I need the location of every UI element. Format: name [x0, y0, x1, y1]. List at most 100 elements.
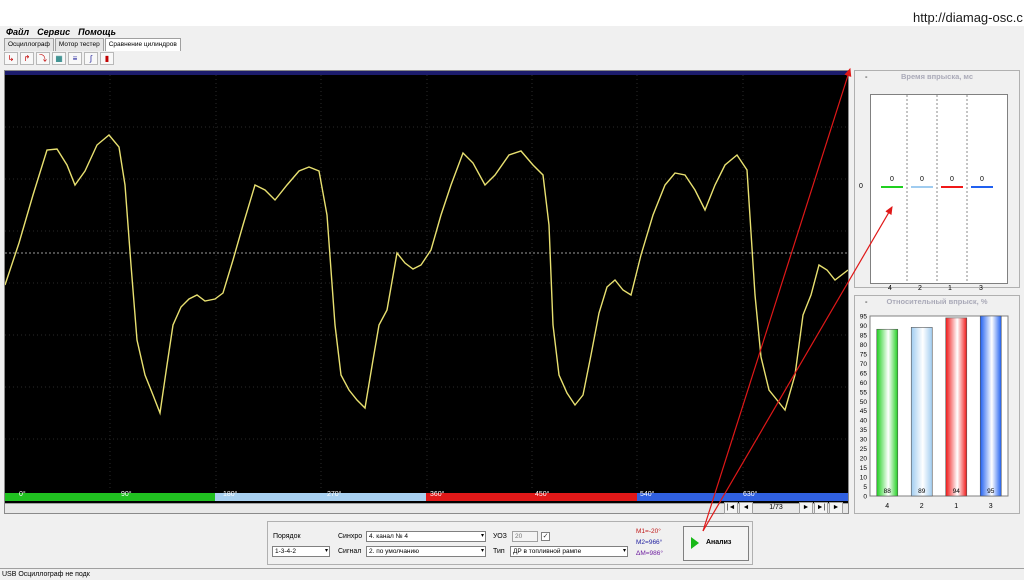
injection-value-label: 0: [890, 176, 894, 183]
page-navigation: |◄ ◄ 1/73 ► ►| ►: [724, 502, 843, 514]
order-select[interactable]: 1-3-4-2 ▾: [272, 546, 330, 557]
y-tick-label: 70: [860, 361, 868, 368]
injection-value-label: 0: [980, 176, 984, 183]
last-page-button[interactable]: ►|: [814, 502, 828, 514]
injection-time-title: Время впрыска, мс: [900, 72, 974, 81]
play-button[interactable]: ►: [829, 502, 843, 514]
marker-m2: M2=966°: [636, 539, 663, 546]
cursor-add-icon[interactable]: ↳: [4, 52, 18, 65]
collapse-icon[interactable]: -: [865, 71, 868, 82]
bar-value-label: 94: [953, 488, 961, 495]
y-tick-label: 20: [860, 456, 868, 463]
degree-axis: 0° 90° 180° 270° 360° 450° 540° 630°: [5, 491, 848, 501]
tab-strip: Осциллограф Мотор тестер Сравнение цилин…: [4, 38, 182, 51]
status-bar: USB Осциллограф не подк: [0, 568, 1024, 580]
chevron-down-icon: ▾: [324, 548, 328, 554]
relative-injection-bar: [945, 317, 968, 497]
degree-label: 180°: [223, 491, 238, 498]
y-tick-label: 65: [860, 370, 868, 377]
chevron-down-icon: ▾: [480, 533, 484, 539]
cylinder-label: 1: [948, 285, 952, 292]
list-icon[interactable]: ≡: [68, 52, 82, 65]
horizontal-scrollbar[interactable]: [5, 503, 848, 513]
y-tick-label: 45: [860, 408, 868, 415]
uoz-spinner[interactable]: 20: [512, 531, 538, 542]
cylinder-label: 3: [989, 503, 993, 510]
tab-motor-tester[interactable]: Мотор тестер: [54, 38, 104, 51]
y-tick-label: 55: [860, 389, 868, 396]
y-tick-label: 85: [860, 332, 868, 339]
relative-injection-bar: [979, 315, 1002, 497]
injection-value-label: 0: [950, 176, 954, 183]
y-tick-label: 35: [860, 427, 868, 434]
uoz-value: 20: [515, 533, 523, 540]
y-tick-label: 5: [863, 484, 867, 491]
uoz-checkbox[interactable]: ✓: [541, 532, 550, 541]
watermark-url: http://diamag-osc.c: [913, 10, 1023, 25]
relative-injection-header: - Относительный впрыск, %: [855, 296, 1019, 307]
sync-value: 4. канал № 4: [369, 533, 409, 540]
menu-bar: Файл Сервис Помощь: [0, 26, 1014, 38]
first-page-button[interactable]: |◄: [724, 502, 738, 514]
cursor-remove-icon[interactable]: ⤵: [36, 52, 50, 65]
play-icon: [691, 537, 699, 549]
y-tick-label: 90: [860, 323, 868, 330]
y-tick-label: 25: [860, 446, 868, 453]
bar-value-label: 95: [987, 488, 995, 495]
type-value: ДР в топливной рампе: [513, 548, 582, 555]
bar-value-label: 88: [884, 488, 892, 495]
signal-select[interactable]: 2. по умолчанию ▾: [366, 546, 486, 557]
injection-time-chart: 0 0 0 0: [870, 94, 1008, 284]
type-label: Тип: [493, 548, 505, 555]
oscilloscope-view[interactable]: 0° 90° 180° 270° 360° 450° 540° 630°: [4, 70, 849, 514]
y-tick-label: 0: [863, 494, 867, 501]
relative-injection-chart: 9590858075706560555045403530252015105088…: [860, 314, 1009, 510]
analyze-button[interactable]: Анализ: [683, 526, 749, 561]
degree-label: 540°: [640, 491, 655, 498]
y-tick-label: 75: [860, 351, 868, 358]
cylinder-label: 1: [954, 503, 958, 510]
degree-label: 450°: [535, 491, 550, 498]
cursor-step-icon[interactable]: ↱: [20, 52, 34, 65]
sync-select[interactable]: 4. канал № 4 ▾: [366, 531, 486, 542]
cylinder-label: 4: [888, 285, 892, 292]
marker-m1: M1=-20°: [636, 528, 661, 535]
collapse-icon[interactable]: -: [865, 296, 868, 307]
y-tick-label: 40: [860, 418, 868, 425]
injection-zero-label: 0: [859, 183, 863, 190]
menu-service[interactable]: Сервис: [37, 26, 70, 38]
waveform-icon[interactable]: ∫: [84, 52, 98, 65]
relative-injection-title: Относительный впрыск, %: [886, 297, 988, 306]
y-tick-label: 30: [860, 437, 868, 444]
menu-file[interactable]: Файл: [6, 26, 29, 38]
prev-page-button[interactable]: ◄: [739, 502, 753, 514]
record-icon[interactable]: ▮: [100, 52, 114, 65]
top-strip: [0, 0, 1024, 26]
chevron-down-icon: ▾: [480, 548, 484, 554]
next-page-button[interactable]: ►: [799, 502, 813, 514]
status-text: USB Осциллограф не подк: [2, 571, 90, 578]
type-select[interactable]: ДР в топливной рампе ▾: [510, 546, 628, 557]
y-tick-label: 95: [860, 314, 868, 321]
relative-injection-panel: - Относительный впрыск, % 95 90 85 80 75 70 65…: [854, 295, 1020, 514]
injection-time-plot: 0 0 0 0: [881, 95, 993, 283]
app-window: http://diamag-osc.c Файл Сервис Помощь О…: [0, 0, 1024, 580]
y-tick-label: 15: [860, 465, 868, 472]
tab-oscilloscope[interactable]: Осциллограф: [4, 38, 54, 51]
oscilloscope-plot[interactable]: [5, 75, 848, 491]
degree-label: 90°: [121, 491, 132, 498]
cylinder-label: 4: [885, 503, 889, 510]
cylinder-label: 2: [920, 503, 924, 510]
channels-icon[interactable]: ▦: [52, 52, 66, 65]
relative-injection-bar: [910, 327, 933, 497]
signal-label: Сигнал: [338, 548, 362, 555]
cylinder-label: 2: [918, 285, 922, 292]
marker-delta: ΔM=986°: [636, 550, 663, 557]
order-label: Порядок: [273, 533, 301, 540]
menu-help[interactable]: Помощь: [78, 26, 116, 38]
right-panel: - Время впрыска, мс 0 0 0 0 0 4 2 1 3 - Отн…: [854, 70, 1020, 514]
bar-value-label: 89: [918, 488, 926, 495]
analysis-controls: Порядок 1-3-4-2 ▾ Синхро 4. канал № 4 ▾ Си…: [267, 521, 753, 565]
tab-cylinder-compare[interactable]: Сравнение цилиндров: [104, 38, 181, 51]
cylinder-label: 3: [979, 285, 983, 292]
